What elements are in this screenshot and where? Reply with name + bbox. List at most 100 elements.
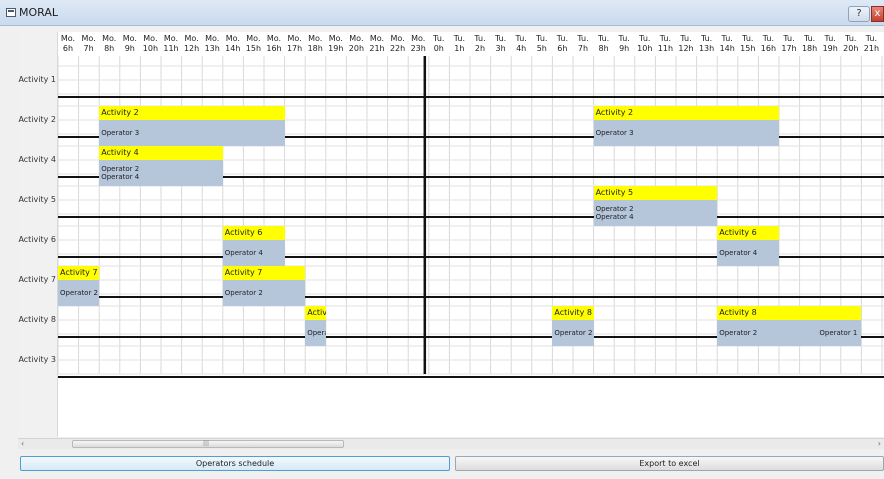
operators-schedule-button[interactable]: Operators schedule [20, 456, 450, 471]
activity-block[interactable]: Activity 7 [222, 266, 306, 280]
close-button[interactable]: x [871, 6, 884, 22]
operator-name: Operator 3 [101, 129, 140, 137]
column-header-day: Mo. [328, 34, 343, 43]
column-header-hour: 7h [577, 44, 589, 53]
column-header: Tu. 9h [614, 34, 634, 54]
column-header-hour: 20h [348, 44, 365, 53]
column-header-day: Tu. [824, 34, 836, 43]
column-header-hour: 22h [389, 44, 406, 53]
operator-list: Operator 4 [719, 240, 779, 266]
operator-name: Operator 1 [819, 329, 858, 337]
activity-block[interactable]: Activity 6 [222, 226, 285, 240]
operator-list: Operator 2 [554, 320, 593, 346]
operator-block[interactable]: Operator 3 [593, 120, 779, 146]
column-header-hour: 6h [557, 44, 568, 53]
activity-block[interactable]: Activity 2 [593, 106, 779, 120]
column-header: Tu. 6h [552, 34, 572, 54]
column-header-day: Tu. [762, 34, 775, 43]
column-header-hour: 14h [719, 44, 735, 53]
operator-name: Operator 2 [60, 289, 99, 297]
column-header: Tu. 3h [491, 34, 511, 54]
activity-block[interactable]: Activity 2 [99, 106, 285, 120]
activity-block[interactable]: Activity 6 [717, 226, 779, 240]
column-header: Mo. 23h [408, 34, 428, 54]
column-header-day: Mo. [390, 34, 405, 43]
scroll-right-icon[interactable]: › [878, 439, 881, 448]
column-header-day: Tu. [845, 34, 857, 43]
column-header-day: Mo. [369, 34, 385, 43]
operator-list: Operator 2 Operator 4 [101, 160, 223, 186]
scrollbar-thumb[interactable]: ||| [72, 440, 344, 448]
column-header-day: Tu. [515, 34, 527, 43]
activity-block[interactable]: Activity 7 [58, 266, 100, 280]
column-header: Tu. 19h [820, 34, 840, 54]
column-header: Mo. 17h [285, 34, 305, 54]
row-label: Activity 3 [18, 355, 56, 364]
column-header-hour: 18h [307, 44, 323, 53]
column-header: Mo. 7h [79, 34, 99, 54]
horizontal-scrollbar[interactable]: ‹ ||| › [18, 438, 884, 449]
operator-name: Operator 2 [595, 205, 634, 213]
column-header-day: Tu. [597, 34, 610, 43]
column-header: Mo. 22h [388, 34, 408, 54]
column-header-hour: 8h [104, 44, 115, 53]
operator-name: Operator 2 [554, 329, 593, 337]
column-header-day: Tu. [721, 34, 733, 43]
column-header-hour: 15h [245, 44, 262, 53]
column-header: Mo. 15h [243, 34, 263, 54]
column-header-day: Mo. [349, 34, 364, 43]
operator-block[interactable]: Operator 2 Operator 4 [99, 160, 223, 186]
schedule-grid[interactable]: Activity 1 Activity 2 Activity 4 Activity 5… [18, 32, 884, 437]
column-header-day: Tu. [453, 34, 466, 43]
column-header-day: Mo. [81, 34, 96, 43]
column-header-day: Tu. [556, 34, 569, 43]
operator-name: Operator 2 [101, 165, 140, 173]
row-label: Activity 1 [18, 75, 56, 84]
column-header-hour: 15h [740, 44, 756, 53]
column-header-hour: 2h [474, 44, 486, 53]
scroll-left-icon[interactable]: ‹ [21, 439, 24, 448]
column-header-day: Mo. [102, 34, 117, 43]
window-title: MORAL [19, 6, 58, 19]
row-label: Activity 7 [18, 275, 56, 284]
column-header-hour: 21h [369, 44, 385, 53]
operator-block[interactable]: Operator 2 [58, 280, 100, 306]
column-header-hour: 17h [781, 44, 797, 53]
help-button[interactable]: ? [848, 6, 870, 22]
column-header-hour: 8h [598, 44, 609, 53]
operator-block[interactable]: Operator 2 Operator 4 [593, 200, 718, 226]
operator-block[interactable]: Operator 2 [552, 320, 594, 346]
operator-block[interactable]: Operat [305, 320, 326, 346]
column-header-day: Mo. [308, 34, 323, 43]
operator-block[interactable]: Operator 2 Operator 1 [717, 320, 862, 346]
column-header: Mo. 13h [202, 34, 222, 54]
operator-block[interactable]: Operator 4 [717, 240, 779, 266]
app-window-icon [6, 8, 16, 17]
row-label: Activity 5 [18, 195, 56, 204]
operator-block[interactable]: Operator 4 [222, 240, 285, 266]
export-to-excel-button[interactable]: Export to excel [455, 456, 884, 471]
operator-block[interactable]: Operator 3 [99, 120, 285, 146]
activity-block[interactable]: Activity 5 [593, 186, 718, 200]
column-header-day: Mo. [205, 34, 220, 43]
activity-block[interactable]: Activity 4 [99, 146, 223, 160]
operator-block[interactable]: Operator 2 [222, 280, 306, 306]
column-header-day: Tu. [783, 34, 795, 43]
column-header-day: Tu. [536, 34, 548, 43]
operator-name: Operator 4 [719, 249, 758, 257]
column-header-hour: 13h [698, 44, 715, 53]
column-header: Tu. 13h [697, 34, 717, 54]
column-header-hour: 23h [410, 44, 426, 53]
column-header-hour: 3h [495, 44, 506, 53]
column-header-day: Tu. [680, 34, 692, 43]
column-header: Mo. 12h [182, 34, 202, 54]
column-header-day: Tu. [639, 34, 651, 43]
column-header-day: Tu. [803, 34, 816, 43]
column-header: Tu. 10h [635, 34, 655, 54]
column-header-hour: 4h [516, 44, 527, 53]
activity-block[interactable]: Activit [305, 306, 326, 320]
column-header-day: Tu. [700, 34, 713, 43]
column-header-hour: 10h [142, 44, 159, 53]
activity-block[interactable]: Activity 8 [552, 306, 594, 320]
activity-block[interactable]: Activity 8 [717, 306, 862, 320]
